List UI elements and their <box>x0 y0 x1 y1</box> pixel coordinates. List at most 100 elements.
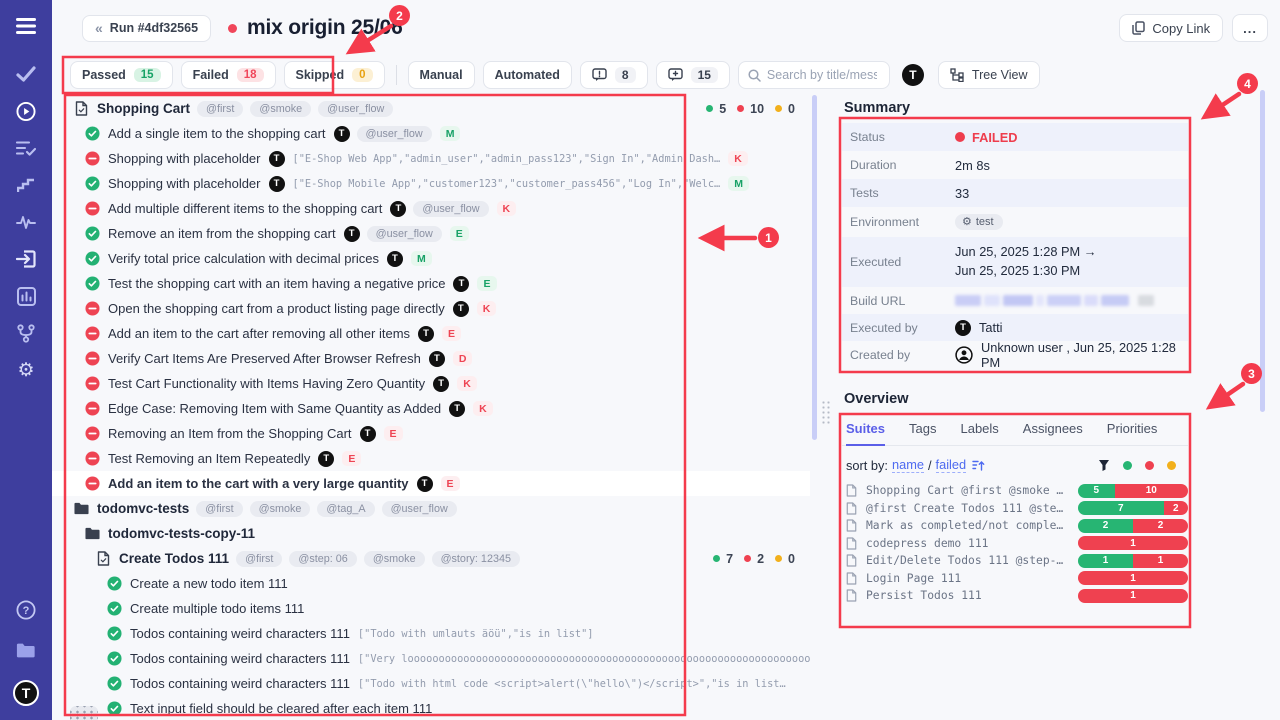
test-row[interactable]: Add multiple different items to the shop… <box>52 196 810 221</box>
filter-funnel-icon[interactable] <box>1098 459 1110 471</box>
suite-chart-row[interactable]: Login Page 1111 <box>842 572 1188 585</box>
test-row[interactable]: Create multiple todo items 111 <box>52 596 810 621</box>
tree-view-button[interactable]: Tree View <box>938 61 1040 89</box>
project-logo[interactable]: T <box>902 64 924 86</box>
suite-chart-row[interactable]: Persist Todos 1111 <box>842 589 1188 602</box>
sort-by-name-link[interactable]: name <box>892 457 924 473</box>
sort-ascending-icon[interactable] <box>972 459 985 472</box>
testomat-logo[interactable]: T <box>13 680 39 706</box>
summary-row: Tests33 <box>842 179 1188 207</box>
tab-labels[interactable]: Labels <box>960 417 998 445</box>
settings-gear-icon[interactable]: ⚙ <box>16 360 36 380</box>
plans-list-icon[interactable] <box>16 138 36 158</box>
tag-pill[interactable]: @smoke <box>250 501 311 517</box>
test-row[interactable]: Text input field should be cleared after… <box>52 696 810 720</box>
tag-pill[interactable]: @smoke <box>250 101 311 117</box>
tag-pill[interactable]: @user_flow <box>318 101 393 117</box>
comments-filter-button[interactable]: 8 <box>580 61 648 89</box>
tag-pill[interactable]: @user_flow <box>413 201 488 217</box>
tab-tags[interactable]: Tags <box>909 417 936 445</box>
suite-chart-row[interactable]: Shopping Cart @first @smoke …510 <box>842 484 1188 497</box>
test-row[interactable]: Test Removing an Item RepeatedlyTE <box>52 446 810 471</box>
test-row[interactable]: Verify total price calculation with deci… <box>52 246 810 271</box>
tests-check-icon[interactable] <box>16 64 36 84</box>
suite-chart-row[interactable]: Edit/Delete Todos 111 @step-…11 <box>842 554 1188 567</box>
analytics-chart-icon[interactable] <box>16 286 36 306</box>
test-row[interactable]: Test the shopping cart with an item havi… <box>52 271 810 296</box>
filter-passed-dot[interactable] <box>1123 461 1132 470</box>
tag-pill[interactable]: @step: 06 <box>289 551 356 567</box>
tab-priorities[interactable]: Priorities <box>1107 417 1158 445</box>
back-to-run-button[interactable]: « Run #4df32565 <box>82 15 211 42</box>
bottom-drag-handle[interactable] <box>70 706 98 720</box>
tab-assignees[interactable]: Assignees <box>1023 417 1083 445</box>
executed-by-name: Tatti <box>979 320 1002 335</box>
page-scrollbar[interactable] <box>1260 90 1265 412</box>
assignee-letter-badge: E <box>442 326 461 341</box>
suite-result-bar: 510 <box>1078 484 1188 498</box>
folder-title: todomvc-tests-copy-11 <box>108 526 255 541</box>
tab-suites[interactable]: Suites <box>846 417 885 446</box>
attachments-filter-button[interactable]: 15 <box>656 61 730 89</box>
suite-chart-row[interactable]: codepress demo 1111 <box>842 537 1188 550</box>
search-input[interactable] <box>767 68 877 82</box>
filter-failed-dot[interactable] <box>1145 461 1154 470</box>
tag-pill[interactable]: @first <box>196 501 242 517</box>
failed-count: 10 <box>750 102 764 116</box>
environment-badge[interactable]: ⚙test <box>955 214 1003 230</box>
test-row[interactable]: Todos containing weird characters 111["T… <box>52 671 810 696</box>
tag-pill[interactable]: @story: 12345 <box>432 551 520 567</box>
filter-skipped-dot[interactable] <box>1167 461 1176 470</box>
suite-result-bar: 1 <box>1078 536 1188 550</box>
tag-pill[interactable]: @user_flow <box>382 501 457 517</box>
sort-by-failed-link[interactable]: failed <box>936 457 967 473</box>
automation-logo-icon: T <box>449 401 465 417</box>
folder-row[interactable]: todomvc-tests-copy-11 <box>52 521 810 546</box>
manual-filter-button[interactable]: Manual <box>408 61 475 89</box>
tag-pill[interactable]: @tag_A <box>317 501 374 517</box>
test-row[interactable]: Remove an item from the shopping cartT@u… <box>52 221 810 246</box>
tag-pill[interactable]: @first <box>236 551 282 567</box>
test-row[interactable]: Create a new todo item 111 <box>52 571 810 596</box>
passed-filter-button[interactable]: Passed15 <box>70 61 173 89</box>
test-row[interactable]: Todos containing weird characters 111["T… <box>52 621 810 646</box>
test-row[interactable]: Shopping with placeholderT["E-Shop Mobil… <box>52 171 810 196</box>
steps-icon[interactable] <box>16 175 36 195</box>
test-list-scrollbar[interactable] <box>812 95 817 440</box>
assignee-letter-badge: M <box>728 176 749 191</box>
suite-chart-row[interactable]: Mark as completed/not comple…22 <box>842 519 1188 532</box>
projects-folder-icon[interactable] <box>16 640 36 660</box>
automation-logo-icon: T <box>269 176 285 192</box>
panel-resize-handle[interactable] <box>821 400 831 426</box>
test-row[interactable]: Test Cart Functionality with Items Havin… <box>52 371 810 396</box>
folder-row[interactable]: todomvc-tests@first@smoke@tag_A@user_flo… <box>52 496 810 521</box>
suite-row[interactable]: Shopping Cart@first@smoke@user_flow5100 <box>52 96 810 121</box>
test-row[interactable]: Add a single item to the shopping cartT@… <box>52 121 810 146</box>
test-row[interactable]: Add an item to the cart after removing a… <box>52 321 810 346</box>
help-icon[interactable]: ? <box>16 600 36 620</box>
branch-icon[interactable] <box>16 323 36 343</box>
suite-chart-row[interactable]: @first Create Todos 111 @ste…72 <box>842 502 1188 515</box>
tag-pill[interactable]: @user_flow <box>357 126 432 142</box>
import-icon[interactable] <box>16 249 36 269</box>
tag-pill[interactable]: @smoke <box>364 551 425 567</box>
failed-filter-button[interactable]: Failed18 <box>181 61 276 89</box>
test-row[interactable]: Shopping with placeholderT["E-Shop Web A… <box>52 146 810 171</box>
copy-link-button[interactable]: Copy Link <box>1119 14 1223 42</box>
automated-filter-button[interactable]: Automated <box>483 61 572 89</box>
suite-result-bar: 1 <box>1078 589 1188 603</box>
test-row[interactable]: Todos containing weird characters 111["V… <box>52 646 810 671</box>
test-row[interactable]: Edge Case: Removing Item with Same Quant… <box>52 396 810 421</box>
suite-row[interactable]: Create Todos 111@first@step: 06@smoke@st… <box>52 546 810 571</box>
test-row[interactable]: Add an item to the cart with a very larg… <box>52 471 810 496</box>
test-row[interactable]: Open the shopping cart from a product li… <box>52 296 810 321</box>
runs-play-icon[interactable] <box>16 101 36 121</box>
skipped-filter-button[interactable]: Skipped0 <box>284 61 385 89</box>
tag-pill[interactable]: @user_flow <box>367 226 442 242</box>
test-row[interactable]: Removing an Item from the Shopping CartT… <box>52 421 810 446</box>
more-actions-button[interactable]: ... <box>1232 14 1268 42</box>
pulse-icon[interactable] <box>16 212 36 232</box>
menu-icon[interactable] <box>16 16 36 36</box>
tag-pill[interactable]: @first <box>197 101 243 117</box>
test-row[interactable]: Verify Cart Items Are Preserved After Br… <box>52 346 810 371</box>
